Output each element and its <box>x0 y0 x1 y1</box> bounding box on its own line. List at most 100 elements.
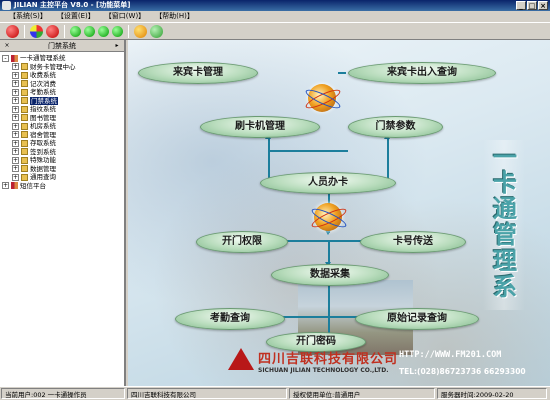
tree-item-label: 数据管理 <box>30 164 56 173</box>
tree-item[interactable]: + 通用查询 <box>2 173 124 182</box>
tree-item[interactable]: + 特殊功能 <box>2 156 124 165</box>
expand-icon[interactable]: + <box>12 131 19 139</box>
status-current-user: 当前用户:002 一卡通操作员 <box>1 388 125 399</box>
check-icon[interactable] <box>150 24 163 38</box>
play-icon[interactable] <box>70 25 81 37</box>
expand-icon[interactable]: + <box>12 114 19 122</box>
tree-item[interactable]: + 宿舍管理 <box>2 131 124 140</box>
atom-logo-icon <box>308 84 336 112</box>
company-url: HTTP://WWW.FM201.COM <box>399 350 502 360</box>
tree-item-label: 记次消费 <box>30 79 56 88</box>
tree-item[interactable]: + 存取系统 <box>2 139 124 148</box>
window-titlebar: JILIAN 主控平台 V8.0 - [功能菜单] _ □ × <box>0 0 550 11</box>
door-permission-button[interactable]: 开门权限 <box>196 231 288 253</box>
expand-icon[interactable]: + <box>2 182 9 190</box>
folder-icon <box>21 105 28 113</box>
card-number-transfer-button[interactable]: 卡号传送 <box>360 231 466 253</box>
tree-item[interactable]: + 图书管理 <box>2 114 124 123</box>
expand-icon[interactable]: + <box>12 88 19 96</box>
folder-icon <box>21 97 28 105</box>
expand-icon[interactable]: + <box>12 105 19 113</box>
tree-item[interactable]: + 财务卡管理中心 <box>2 63 124 72</box>
issue-card-button[interactable]: 人员办卡 <box>260 172 396 194</box>
menu-bar: 【系统(S)】 【设置(E)】 【窗口(W)】 【帮助(H)】 <box>0 11 550 22</box>
status-license: 授权使用单位:普通用户 <box>289 388 435 399</box>
tree-item[interactable]: + 数据管理 <box>2 165 124 174</box>
tree-item-label: 一卡通管理系统 <box>20 54 66 62</box>
title-char: 通 <box>493 195 517 223</box>
data-collection-button[interactable]: 数据采集 <box>271 264 389 286</box>
tree-item[interactable]: + 考勤系统 <box>2 88 124 97</box>
expand-icon[interactable]: + <box>12 148 19 156</box>
folder-icon <box>21 148 28 156</box>
tree-item-label: 收费系统 <box>30 71 56 79</box>
folder-icon <box>21 63 28 71</box>
panel-header: × 门禁系统 ▸ <box>0 40 124 52</box>
expand-icon[interactable]: + <box>12 139 19 147</box>
tree-item-label: 存取系统 <box>30 139 56 147</box>
expand-icon[interactable]: + <box>12 173 19 181</box>
company-logo-icon <box>228 348 254 370</box>
folder-icon <box>21 131 28 139</box>
minimize-button[interactable]: _ <box>516 1 526 10</box>
menu-settings[interactable]: 【设置(E)】 <box>52 11 100 22</box>
company-banner: 四川吉联科技有限公司 HTTP://WWW.FM201.COM SICHUAN … <box>228 348 550 376</box>
connector-line <box>268 150 348 152</box>
tree-item[interactable]: + 收费系统 <box>2 71 124 80</box>
tree-item-label: 通用查询 <box>30 173 56 181</box>
expand-icon[interactable]: + <box>12 71 19 79</box>
exit-icon[interactable] <box>6 24 19 38</box>
guest-access-query-button[interactable]: 来宾卡出入查询 <box>348 62 496 84</box>
folder-icon <box>21 80 28 88</box>
tree-item[interactable]: + 机房系统 <box>2 122 124 131</box>
play-icon[interactable] <box>112 25 123 37</box>
card-reader-management-button[interactable]: 刷卡机管理 <box>200 116 320 138</box>
folder-icon <box>21 165 28 173</box>
folder-icon <box>21 156 28 164</box>
maximize-button[interactable]: □ <box>527 1 537 10</box>
title-char: 管 <box>493 221 517 249</box>
toolbar-separator <box>24 24 25 38</box>
expand-icon[interactable]: + <box>12 63 19 71</box>
door-parameters-button[interactable]: 门禁参数 <box>348 116 443 138</box>
tree-item[interactable]: + 门禁系统 <box>2 96 124 105</box>
tree-item[interactable]: + 指纹系统 <box>2 105 124 114</box>
tree-item[interactable]: + 记次消费 <box>2 80 124 89</box>
tree-item-label: 图书管理 <box>30 113 56 122</box>
close-button[interactable]: × <box>538 1 548 10</box>
module-icon[interactable] <box>30 24 43 38</box>
folder-icon <box>21 173 28 181</box>
menu-system[interactable]: 【系统(S)】 <box>4 11 52 22</box>
play-icon[interactable] <box>98 25 109 37</box>
window-title: JILIAN 主控平台 V8.0 - [功能菜单] <box>14 1 131 9</box>
panel-title: 门禁系统 <box>48 42 76 50</box>
back-icon[interactable] <box>46 24 59 38</box>
folder-icon <box>21 122 28 130</box>
globe-icon[interactable] <box>134 24 147 38</box>
guest-card-button[interactable]: 来宾卡管理 <box>138 62 258 84</box>
tree-item-label: 指纹系统 <box>30 105 56 113</box>
menu-help[interactable]: 【帮助(H)】 <box>150 11 199 22</box>
tree-item[interactable]: - 一卡通管理系统 <box>2 54 124 63</box>
tree-item[interactable]: + 签到系统 <box>2 148 124 157</box>
tree-item-label: 短信平台 <box>20 181 46 190</box>
tree-item[interactable]: + 短信平台 <box>2 182 124 191</box>
tree-item-label: 签到系统 <box>30 147 56 156</box>
expand-icon[interactable]: + <box>12 97 19 105</box>
raw-record-query-button[interactable]: 原始记录查询 <box>355 308 479 330</box>
panel-pin-icon[interactable]: ▸ <box>113 42 121 50</box>
expand-icon[interactable]: + <box>12 156 19 164</box>
attendance-query-button[interactable]: 考勤查询 <box>175 308 285 330</box>
panel-close-icon[interactable]: × <box>3 42 11 50</box>
play-icon[interactable] <box>84 25 95 37</box>
folder-icon <box>21 139 28 147</box>
collapse-icon[interactable]: - <box>2 54 9 62</box>
company-name: 四川吉联科技有限公司 <box>258 352 399 367</box>
folder-icon <box>21 71 28 79</box>
expand-icon[interactable]: + <box>12 165 19 173</box>
menu-window[interactable]: 【窗口(W)】 <box>100 11 150 22</box>
navigation-panel: × 门禁系统 ▸ - 一卡通管理系统 + 财务卡管理中心 + 收费系统 + 记次消费 + 考勤系统… <box>0 40 126 386</box>
status-server-time: 服务器时间:2009-02-20 <box>437 388 547 399</box>
expand-icon[interactable]: + <box>12 122 19 130</box>
expand-icon[interactable]: + <box>12 80 19 88</box>
